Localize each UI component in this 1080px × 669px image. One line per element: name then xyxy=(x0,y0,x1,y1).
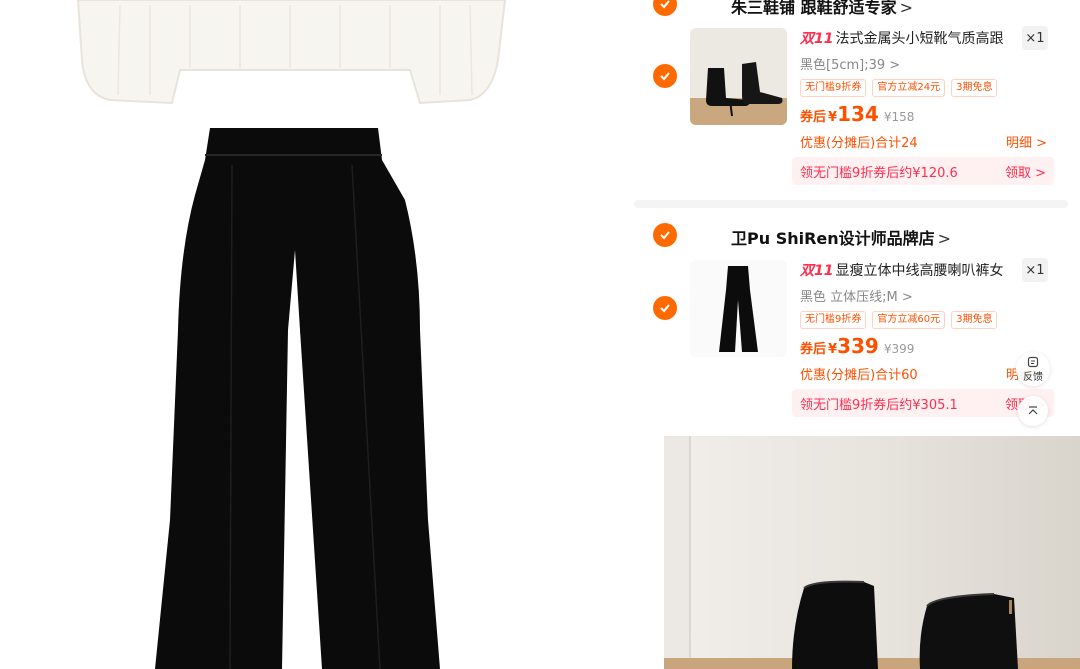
promo-tag: 3期免息 xyxy=(951,79,998,97)
shop-name: 卫Pu ShiRen设计师品牌店 xyxy=(731,229,935,248)
shop-name: 朱三鞋铺 跟鞋舒适专家 xyxy=(731,0,897,17)
product-title[interactable]: 双11 显瘦立体中线高腰喇叭裤女 xyxy=(800,260,1015,280)
black-trousers-image xyxy=(155,128,440,669)
outfit-image xyxy=(76,0,507,669)
back-to-top-button[interactable] xyxy=(1018,396,1048,426)
price-value: 339 xyxy=(837,334,879,358)
coupon-bar[interactable]: 领无门槛9折券后约¥120.6 领取 > xyxy=(792,157,1054,185)
item-select-checkbox[interactable] xyxy=(653,64,677,88)
original-price: ¥399 xyxy=(883,342,915,356)
cart-panel: 朱三鞋铺 跟鞋舒适专家 > 双11 法式金属头小短靴气质高跟 ×1 黑色[5cm];… xyxy=(634,0,1080,430)
coupon-text: 领无门槛9折券后约¥120.6 xyxy=(800,165,958,181)
shop-select-checkbox[interactable] xyxy=(653,223,677,247)
discount-summary: 优惠(分摊后)合计24 xyxy=(800,136,918,151)
promo-tag: 官方立减60元 xyxy=(872,311,946,329)
shop-name-link[interactable]: 卫Pu ShiRen设计师品牌店 > xyxy=(731,225,951,249)
screenshot-canvas: 朱三鞋铺 跟鞋舒适专家 > 双11 法式金属头小短靴气质高跟 ×1 黑色[5cm];… xyxy=(0,0,1080,669)
price-value: 134 xyxy=(837,102,879,126)
promo-tag: 官方立减24元 xyxy=(872,79,946,97)
chevron-right-icon: > xyxy=(901,290,913,305)
back-to-top-icon xyxy=(1028,406,1038,415)
feedback-icon xyxy=(1027,356,1039,367)
price-row: 券后 ¥339 ¥399 xyxy=(800,334,914,358)
promo-tag: 3期免息 xyxy=(951,311,998,329)
checkmark-icon xyxy=(660,304,670,313)
product-photo xyxy=(664,436,1080,669)
price-prefix: 券后 xyxy=(800,110,827,125)
original-price: ¥158 xyxy=(883,110,915,124)
price-prefix: 券后 xyxy=(800,342,827,357)
chevron-right-icon: > xyxy=(937,229,952,248)
currency-symbol: ¥ xyxy=(828,342,838,357)
discount-detail-link[interactable]: 明细 > xyxy=(1006,132,1047,151)
promo-tags: 无门槛9折券 官方立减24元 3期免息 xyxy=(800,79,998,97)
chevron-right-icon: > xyxy=(889,58,901,73)
coupon-text: 领无门槛9折券后约¥305.1 xyxy=(800,397,958,413)
product-thumbnail[interactable] xyxy=(690,28,787,125)
product-title-text: 法式金属头小短靴气质高跟 xyxy=(835,31,1004,47)
feedback-label: 反馈 xyxy=(1023,371,1043,383)
promo-tags: 无门槛9折券 官方立减60元 3期免息 xyxy=(800,311,998,329)
sku-text: 黑色[5cm];39 xyxy=(800,58,886,73)
item-select-checkbox[interactable] xyxy=(653,296,677,320)
sku-selector[interactable]: 黑色 立体压线;M > xyxy=(800,286,913,305)
chevron-right-icon: > xyxy=(899,0,913,17)
boots-photo-image xyxy=(664,436,1080,669)
checkmark-icon xyxy=(660,72,670,81)
discount-summary: 优惠(分摊后)合计60 xyxy=(800,368,918,383)
claim-coupon-button[interactable]: 领取 > xyxy=(1005,162,1046,181)
promo-tag: 无门槛9折券 xyxy=(800,79,867,97)
product-title-text: 显瘦立体中线高腰喇叭裤女 xyxy=(835,263,1004,279)
quantity-badge[interactable]: ×1 xyxy=(1022,258,1048,282)
checkmark-icon xyxy=(660,0,670,9)
flare-trousers-image xyxy=(690,260,787,357)
double11-badge: 双11 xyxy=(800,31,834,47)
product-title[interactable]: 双11 法式金属头小短靴气质高跟 xyxy=(800,28,1015,48)
shop-select-checkbox[interactable] xyxy=(653,0,677,16)
double11-badge: 双11 xyxy=(800,263,834,279)
shop-name-link[interactable]: 朱三鞋铺 跟鞋舒适专家 > xyxy=(731,0,913,18)
coupon-bar[interactable]: 领无门槛9折券后约¥305.1 领取 > xyxy=(792,389,1054,417)
checkmark-icon xyxy=(660,231,670,240)
product-thumbnail[interactable] xyxy=(690,260,787,357)
sku-text: 黑色 立体压线;M xyxy=(800,290,898,305)
promo-tag: 无门槛9折券 xyxy=(800,311,867,329)
quantity-badge[interactable]: ×1 xyxy=(1022,26,1048,50)
white-sweater-image xyxy=(76,0,507,105)
sku-selector[interactable]: 黑色[5cm];39 > xyxy=(800,54,900,73)
section-divider xyxy=(634,200,1068,208)
ankle-boots-image xyxy=(690,28,787,125)
feedback-button[interactable]: 反馈 xyxy=(1016,352,1050,386)
price-row: 券后 ¥134 ¥158 xyxy=(800,102,914,126)
currency-symbol: ¥ xyxy=(828,110,838,125)
outfit-illustration xyxy=(0,0,630,669)
